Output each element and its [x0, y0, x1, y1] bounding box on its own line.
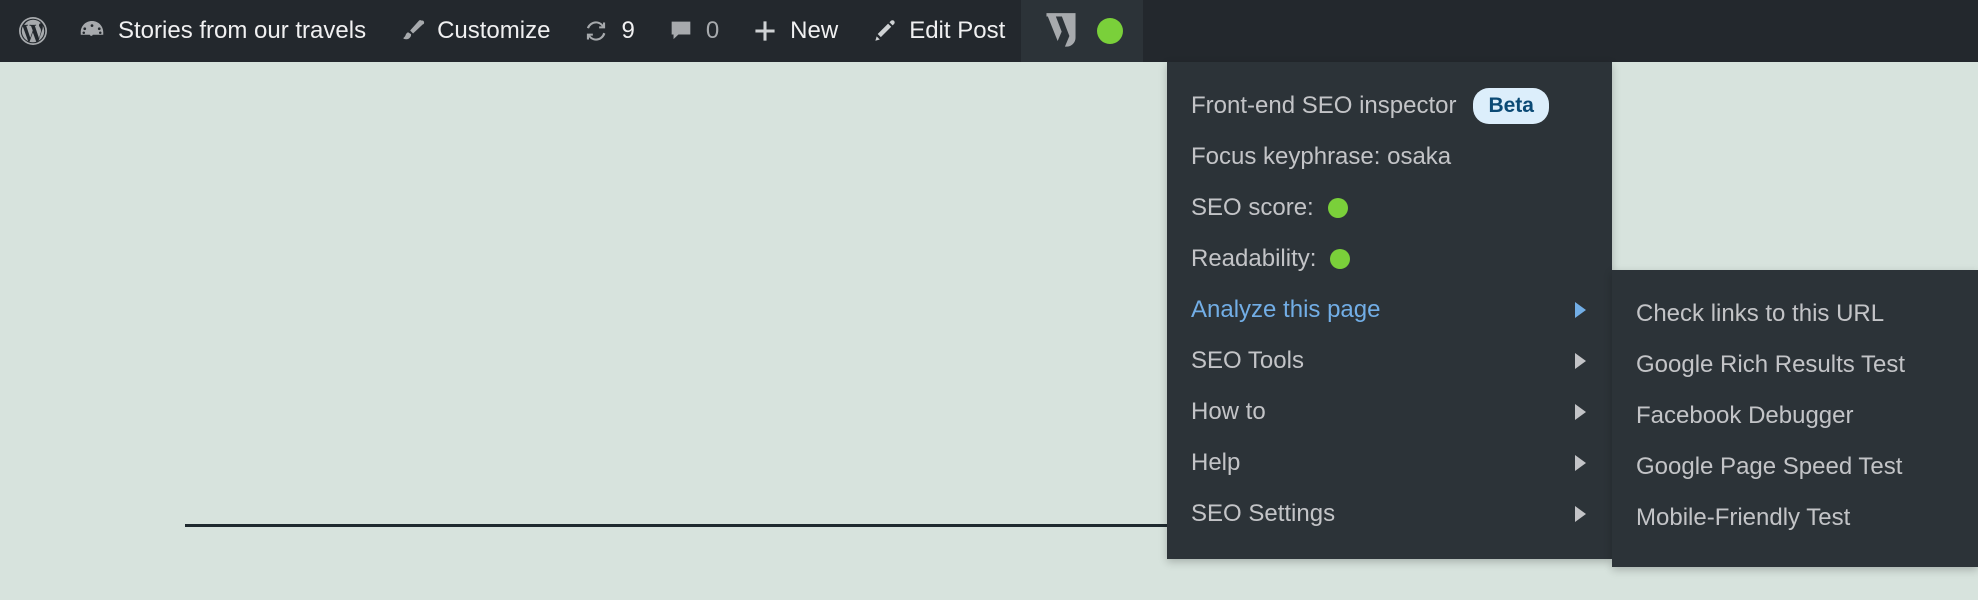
menu-item-seo-tools[interactable]: SEO Tools [1167, 335, 1612, 386]
wordpress-admin-bar: Stories from our travels Customize 9 0 [0, 0, 1978, 62]
submenu-arrow-icon [1575, 506, 1586, 522]
wordpress-logo-icon [17, 15, 49, 47]
yoast-score-indicator-dot [1097, 18, 1123, 44]
menu-item-analyze-this-page[interactable]: Analyze this page [1167, 284, 1612, 335]
yoast-logo-icon [1043, 12, 1079, 50]
menu-item-seo-score[interactable]: SEO score: [1167, 182, 1612, 233]
adminbar-item-site-name[interactable]: Stories from our travels [61, 0, 382, 62]
plus-icon [751, 17, 779, 45]
submenu-arrow-icon [1575, 353, 1586, 369]
analyze-this-page-submenu: Check links to this URL Google Rich Resu… [1612, 270, 1978, 567]
menu-item-how-to[interactable]: How to [1167, 386, 1612, 437]
yoast-seo-dropdown-menu: Front-end SEO inspector Beta Focus keyph… [1167, 62, 1612, 559]
submenu-item-mobile-friendly-test[interactable]: Mobile-Friendly Test [1612, 492, 1978, 543]
menu-item-seo-settings[interactable]: SEO Settings [1167, 488, 1612, 539]
pencil-edit-icon [870, 17, 898, 45]
submenu-item-label: Mobile-Friendly Test [1636, 506, 1850, 530]
seo-score-dot [1328, 198, 1348, 218]
menu-item-readability[interactable]: Readability: [1167, 233, 1612, 284]
submenu-arrow-icon [1575, 404, 1586, 420]
menu-item-label: Focus keyphrase: osaka [1191, 145, 1451, 169]
submenu-item-google-rich-results-test[interactable]: Google Rich Results Test [1612, 339, 1978, 390]
updates-count: 9 [621, 19, 634, 43]
menu-item-label: How to [1191, 400, 1266, 424]
menu-item-label: SEO score: [1191, 196, 1314, 220]
menu-item-label: Front-end SEO inspector [1191, 94, 1456, 118]
adminbar-item-updates[interactable]: 9 [566, 0, 650, 62]
adminbar-item-wordpress-logo[interactable] [0, 0, 61, 62]
submenu-arrow-icon [1575, 302, 1586, 318]
submenu-item-label: Google Page Speed Test [1636, 455, 1902, 479]
adminbar-item-new[interactable]: New [735, 0, 854, 62]
submenu-item-google-page-speed-test[interactable]: Google Page Speed Test [1612, 441, 1978, 492]
menu-item-label: Analyze this page [1191, 298, 1380, 322]
menu-item-label: Readability: [1191, 247, 1316, 271]
menu-item-label: SEO Settings [1191, 502, 1335, 526]
menu-item-label: Help [1191, 451, 1240, 475]
comment-bubble-icon [667, 17, 695, 45]
customize-label: Customize [437, 19, 550, 43]
adminbar-item-edit-post[interactable]: Edit Post [854, 0, 1021, 62]
edit-post-label: Edit Post [909, 19, 1005, 43]
readability-score-dot [1330, 249, 1350, 269]
menu-item-focus-keyphrase[interactable]: Focus keyphrase: osaka [1167, 131, 1612, 182]
submenu-item-check-links-to-this-url[interactable]: Check links to this URL [1612, 288, 1978, 339]
submenu-item-label: Check links to this URL [1636, 302, 1884, 326]
submenu-arrow-icon [1575, 455, 1586, 471]
adminbar-item-yoast-seo[interactable] [1021, 0, 1143, 62]
adminbar-item-comments[interactable]: 0 [651, 0, 735, 62]
paintbrush-icon [398, 17, 426, 45]
submenu-item-facebook-debugger[interactable]: Facebook Debugger [1612, 390, 1978, 441]
dashboard-speedometer-icon [77, 16, 107, 46]
submenu-item-label: Facebook Debugger [1636, 404, 1853, 428]
adminbar-item-customize[interactable]: Customize [382, 0, 566, 62]
menu-item-help[interactable]: Help [1167, 437, 1612, 488]
submenu-item-label: Google Rich Results Test [1636, 353, 1905, 377]
beta-badge: Beta [1473, 88, 1549, 124]
menu-item-label: SEO Tools [1191, 349, 1304, 373]
update-refresh-icon [582, 17, 610, 45]
new-label: New [790, 19, 838, 43]
menu-item-front-end-seo-inspector[interactable]: Front-end SEO inspector Beta [1167, 80, 1612, 131]
comments-count: 0 [706, 19, 719, 43]
site-name-label: Stories from our travels [118, 19, 366, 43]
